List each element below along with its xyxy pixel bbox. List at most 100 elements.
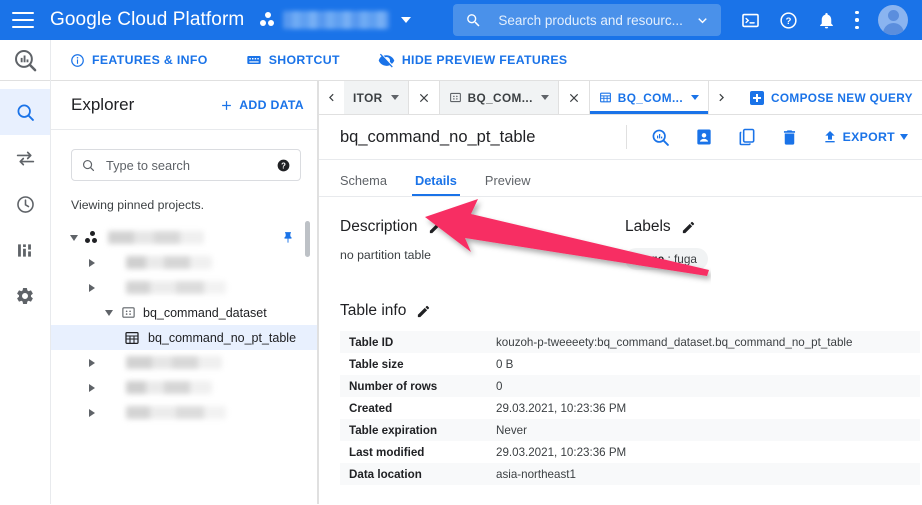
add-data-button[interactable]: ADD DATA xyxy=(219,98,304,113)
expander-right-icon[interactable] xyxy=(83,408,101,417)
global-search-input[interactable]: Search products and resourc... xyxy=(453,4,722,36)
bigquery-logo-icon xyxy=(0,39,51,81)
project-dots-icon xyxy=(260,12,276,28)
chevron-down-icon[interactable] xyxy=(401,17,412,23)
cloud-shell-icon[interactable] xyxy=(741,11,760,30)
tree-dataset-bq-command-dataset[interactable]: bq_command_dataset xyxy=(51,300,318,325)
pencil-icon[interactable] xyxy=(428,220,443,235)
table-actions: EXPORT xyxy=(625,125,908,149)
table-icon xyxy=(599,92,611,103)
expander-down-icon[interactable] xyxy=(100,309,118,316)
tree-dataset-redacted-2[interactable] xyxy=(51,275,318,300)
eye-off-icon xyxy=(378,53,395,67)
table-info-key: Number of rows xyxy=(349,379,438,393)
expander-right-icon[interactable] xyxy=(83,358,101,367)
expander-right-icon[interactable] xyxy=(83,383,101,392)
tab-editor[interactable]: ITOR xyxy=(344,81,409,114)
tab-dataset-close-button[interactable] xyxy=(558,81,590,114)
share-table-button[interactable] xyxy=(694,127,714,147)
table-row: Number of rows 0 xyxy=(340,375,920,397)
avatar[interactable] xyxy=(878,5,908,35)
tabs-scroll-right-button[interactable] xyxy=(709,81,734,114)
copy-table-button[interactable] xyxy=(737,127,757,147)
table-info-value: 29.03.2021, 10:23:36 PM xyxy=(496,445,627,459)
chevron-left-icon xyxy=(329,93,334,102)
table-info-key: Created xyxy=(349,401,393,415)
table-info-value: asia-northeast1 xyxy=(496,467,576,481)
hide-preview-features-label: HIDE PREVIEW FEATURES xyxy=(401,53,568,67)
compose-new-query-button[interactable]: COMPOSE NEW QUERY xyxy=(750,81,913,114)
table-info-value: Never xyxy=(496,423,527,437)
description-labels-row: Description no partition table Labels ho… xyxy=(340,218,922,270)
dataset-icon xyxy=(122,307,135,318)
tab-schema[interactable]: Schema xyxy=(340,173,387,196)
shortcut-label: SHORTCUT xyxy=(268,53,340,67)
table-info-value: 0 xyxy=(496,379,503,393)
tab-dataset[interactable]: BQ_COM... xyxy=(439,81,559,114)
expander-right-icon[interactable] xyxy=(83,258,101,267)
gear-icon xyxy=(17,287,33,305)
pencil-icon[interactable] xyxy=(681,220,696,235)
explorer-search-input[interactable]: Type to search ? xyxy=(71,149,301,181)
features-and-info-button[interactable]: FEATURES & INFO xyxy=(70,53,208,68)
description-title: Description xyxy=(340,218,418,235)
labels-title: Labels xyxy=(625,218,671,235)
keyboard-icon xyxy=(247,56,261,64)
chevron-down-icon[interactable] xyxy=(900,134,908,140)
project-selector[interactable] xyxy=(260,11,412,29)
rail-transfers[interactable] xyxy=(0,135,50,181)
table-info-title: Table info xyxy=(340,302,407,319)
chevron-down-icon[interactable] xyxy=(691,95,700,100)
top-bar-actions: ? xyxy=(741,5,912,35)
tree-dataset-redacted-3[interactable] xyxy=(51,350,318,375)
notifications-icon[interactable] xyxy=(817,11,836,30)
more-options-icon[interactable] xyxy=(855,11,859,29)
detail-tabs: Schema Details Preview xyxy=(319,160,922,197)
table-row: Last modified 29.03.2021, 10:23:36 PM xyxy=(340,441,920,463)
rail-settings[interactable] xyxy=(0,273,50,319)
tab-preview[interactable]: Preview xyxy=(485,173,531,196)
pin-icon[interactable] xyxy=(281,231,295,245)
tree-dataset-redacted-4[interactable] xyxy=(51,375,318,400)
shortcut-button[interactable]: SHORTCUT xyxy=(246,52,340,68)
tabs-scroll-left-button[interactable] xyxy=(319,81,344,114)
tab-table[interactable]: BQ_COM... xyxy=(589,81,710,114)
export-button[interactable]: EXPORT xyxy=(822,129,908,145)
rail-history[interactable] xyxy=(0,181,50,227)
query-table-button[interactable] xyxy=(650,127,671,148)
hide-preview-features-button[interactable]: HIDE PREVIEW FEATURES xyxy=(378,52,568,69)
features-bar: FEATURES & INFO SHORTCUT HIDE PREVIEW FE… xyxy=(0,39,922,81)
explorer-scrollbar[interactable] xyxy=(305,221,310,257)
copy-icon xyxy=(739,128,755,146)
rail-search[interactable] xyxy=(0,89,50,135)
rail-analytics[interactable] xyxy=(0,227,50,273)
close-icon xyxy=(419,93,428,102)
tab-editor-close-button[interactable] xyxy=(408,81,440,114)
export-label: EXPORT xyxy=(842,130,895,144)
details-content: Description no partition table Labels ho… xyxy=(319,197,922,504)
table-info-key: Data location xyxy=(349,467,422,481)
chevron-down-icon[interactable] xyxy=(390,95,399,100)
chevron-down-icon[interactable] xyxy=(540,95,549,100)
tree-table-bq-command-no-pt-table[interactable]: bq_command_no_pt_table xyxy=(51,325,318,350)
dataset-label-redacted xyxy=(126,256,212,269)
search-icon xyxy=(467,13,480,27)
expander-right-icon[interactable] xyxy=(83,283,101,292)
tree-dataset-redacted-5[interactable] xyxy=(51,400,318,425)
tab-details[interactable]: Details xyxy=(411,173,460,196)
delete-table-button[interactable] xyxy=(780,128,799,147)
tree-dataset-redacted-1[interactable] xyxy=(51,250,318,275)
table-icon xyxy=(125,331,139,344)
add-data-label: ADD DATA xyxy=(239,98,304,112)
tab-editor-label: ITOR xyxy=(353,90,383,105)
chevron-down-icon[interactable] xyxy=(694,12,711,29)
brand-title: Google Cloud Platform xyxy=(50,9,245,30)
help-icon[interactable]: ? xyxy=(779,11,798,30)
pencil-icon[interactable] xyxy=(416,304,431,319)
svg-text:?: ? xyxy=(786,16,792,27)
expander-down-icon[interactable] xyxy=(65,234,83,241)
hamburger-menu-icon[interactable] xyxy=(12,12,34,28)
tree-project-redacted[interactable] xyxy=(51,225,318,250)
tab-dataset-label: BQ_COM... xyxy=(467,90,533,105)
help-filled-icon[interactable]: ? xyxy=(276,158,291,173)
